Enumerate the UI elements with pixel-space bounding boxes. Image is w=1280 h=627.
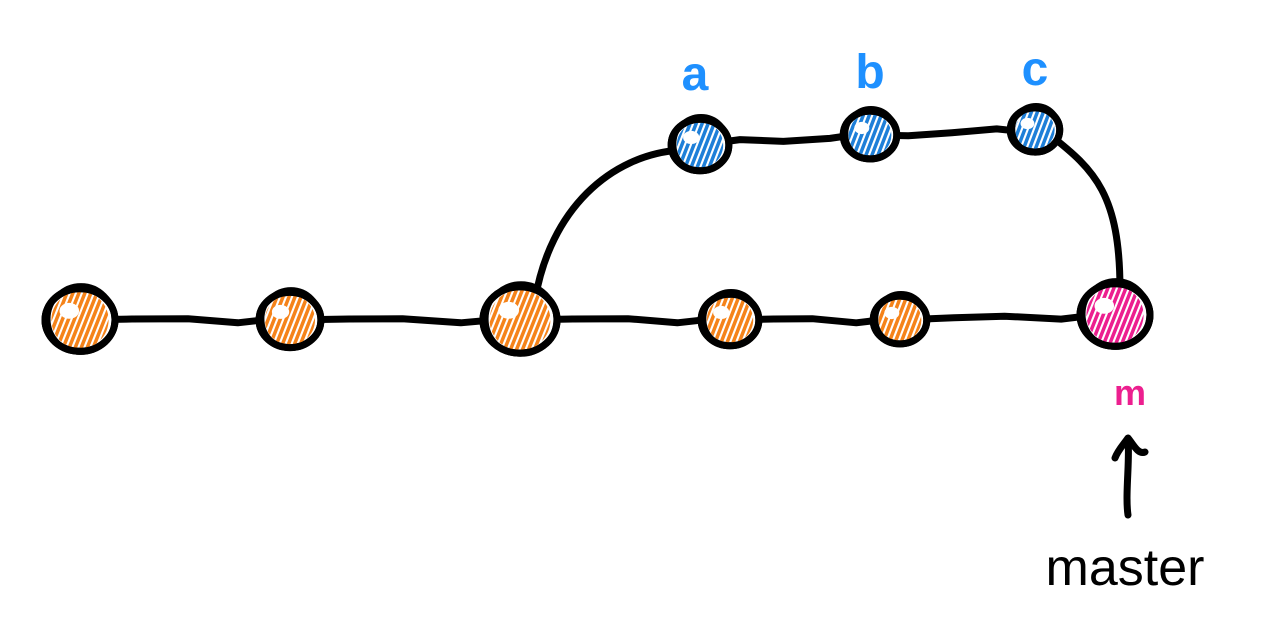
pointer-arrow-icon xyxy=(1115,438,1145,515)
label-a: a xyxy=(682,48,709,101)
commit-node-b xyxy=(809,108,902,163)
label-b: b xyxy=(855,46,884,99)
commit-node-a xyxy=(634,116,735,174)
edge-m3-a xyxy=(535,150,680,300)
label-master: master xyxy=(1046,539,1205,597)
git-diagram: a b c m master xyxy=(0,0,1280,627)
label-c: c xyxy=(1022,43,1049,96)
label-merge-commit: m xyxy=(1114,372,1146,413)
commit-node-m1 xyxy=(0,285,124,354)
commit-node-mrg xyxy=(1035,280,1159,349)
edge-c-mrg xyxy=(1050,135,1120,290)
edges-layer xyxy=(80,129,1120,323)
